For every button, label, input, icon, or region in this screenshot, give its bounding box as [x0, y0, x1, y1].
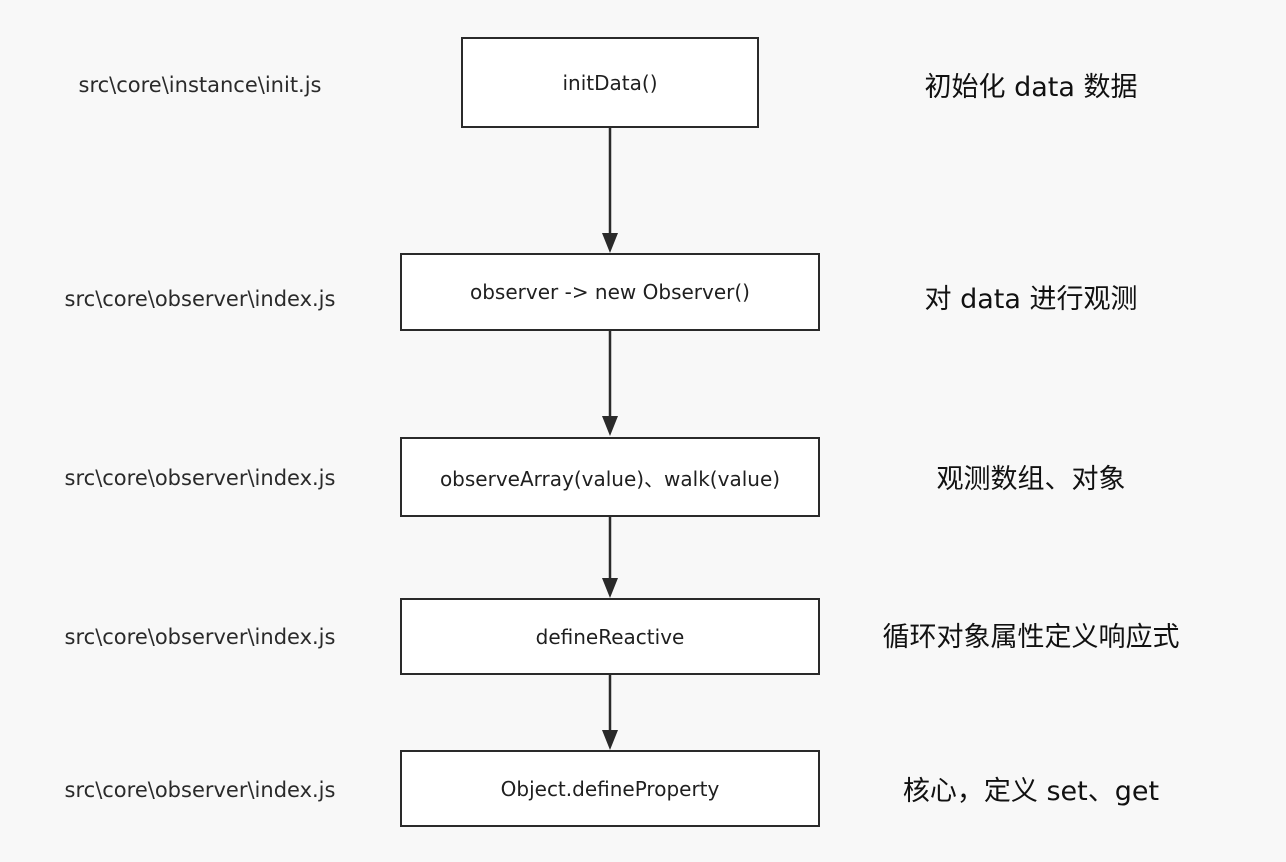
- step-label-1: initData(): [562, 70, 658, 95]
- arrow-2: [602, 330, 618, 436]
- step-description-2: 对 data 进行观测: [924, 284, 1138, 315]
- connector-layer: [602, 128, 618, 750]
- step-description-5: 核心，定义 set、get: [902, 776, 1160, 807]
- step-label-4: defineReactive: [535, 624, 685, 649]
- step-label-3: observeArray(value)、walk(value): [439, 466, 781, 491]
- step-description-4: 循环对象属性定义响应式: [882, 622, 1180, 653]
- arrow-1: [602, 128, 618, 253]
- step-box-observer: observer -> new Observer(): [400, 253, 820, 331]
- step-box-define-property: Object.defineProperty: [400, 750, 820, 827]
- step-box-define-reactive: defineReactive: [400, 598, 820, 675]
- source-path-5: src\core\observer\index.js: [64, 778, 336, 802]
- step-description-3: 观测数组、对象: [936, 464, 1126, 495]
- step-box-observe-array-walk: observeArray(value)、walk(value): [400, 437, 820, 517]
- step-description-1: 初始化 data 数据: [924, 72, 1138, 103]
- arrow-4: [602, 674, 618, 750]
- source-path-1: src\core\instance\init.js: [78, 73, 322, 97]
- source-path-2: src\core\observer\index.js: [64, 287, 336, 311]
- flow-diagram: src\core\instance\init.js initData() 初始化…: [0, 0, 1286, 862]
- arrow-3: [602, 516, 618, 598]
- step-box-init-data: initData(): [461, 37, 759, 128]
- source-path-3: src\core\observer\index.js: [64, 466, 336, 490]
- step-label-5: Object.defineProperty: [500, 776, 720, 801]
- step-label-2: observer -> new Observer(): [470, 280, 750, 304]
- source-path-4: src\core\observer\index.js: [64, 625, 336, 649]
